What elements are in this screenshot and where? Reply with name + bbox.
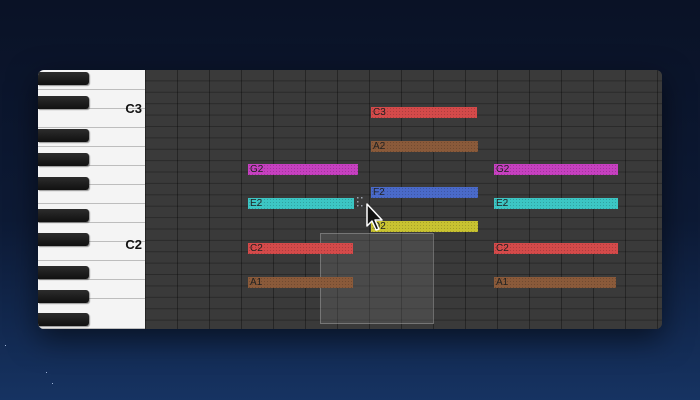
black-key[interactable] <box>38 129 89 142</box>
black-key[interactable] <box>38 290 89 303</box>
note-label: E2 <box>496 198 509 209</box>
move-dots-icon <box>357 197 363 207</box>
piano-keyboard: C3 C2 <box>38 70 145 329</box>
octave-label-c3: C3 <box>125 101 142 116</box>
note-label: G2 <box>250 164 264 175</box>
black-key[interactable] <box>38 153 89 166</box>
note-c2[interactable]: C2 <box>494 243 618 254</box>
star <box>5 345 6 346</box>
note-label: F2 <box>373 187 385 198</box>
star <box>52 383 53 384</box>
note-f2[interactable]: F2 <box>371 187 478 198</box>
note-a2[interactable]: A2 <box>371 141 478 152</box>
note-e2[interactable]: E2 <box>494 198 618 209</box>
note-a1[interactable]: A1 <box>248 277 353 288</box>
note-c3[interactable]: C3 <box>371 107 477 118</box>
note-label: C3 <box>373 107 386 118</box>
note-d2[interactable]: D2 <box>371 221 478 232</box>
note-label: C2 <box>496 243 509 254</box>
piano-roll-window: C3 C2 C3 A2 G2 E2 F2 D2 C2 A1 G2 E2 C2 A… <box>38 70 662 329</box>
note-c2[interactable]: C2 <box>248 243 353 254</box>
note-label: E2 <box>250 198 263 209</box>
black-key[interactable] <box>38 72 89 85</box>
note-a1[interactable]: A1 <box>494 277 616 288</box>
black-key[interactable] <box>38 266 89 279</box>
note-e2[interactable]: E2 <box>248 198 354 209</box>
note-grid[interactable]: C3 A2 G2 E2 F2 D2 C2 A1 G2 E2 C2 A1 <box>145 70 662 329</box>
note-label: A2 <box>373 141 386 152</box>
black-key[interactable] <box>38 209 89 222</box>
octave-label-c2: C2 <box>125 237 142 252</box>
note-label: A1 <box>250 277 263 288</box>
black-key[interactable] <box>38 313 89 326</box>
note-label: A1 <box>496 277 509 288</box>
note-label: G2 <box>496 164 510 175</box>
note-label: C2 <box>250 243 263 254</box>
black-key[interactable] <box>38 233 89 246</box>
black-key[interactable] <box>38 96 89 109</box>
note-g2[interactable]: G2 <box>248 164 358 175</box>
black-key[interactable] <box>38 177 89 190</box>
star <box>46 372 47 373</box>
note-g2[interactable]: G2 <box>494 164 618 175</box>
